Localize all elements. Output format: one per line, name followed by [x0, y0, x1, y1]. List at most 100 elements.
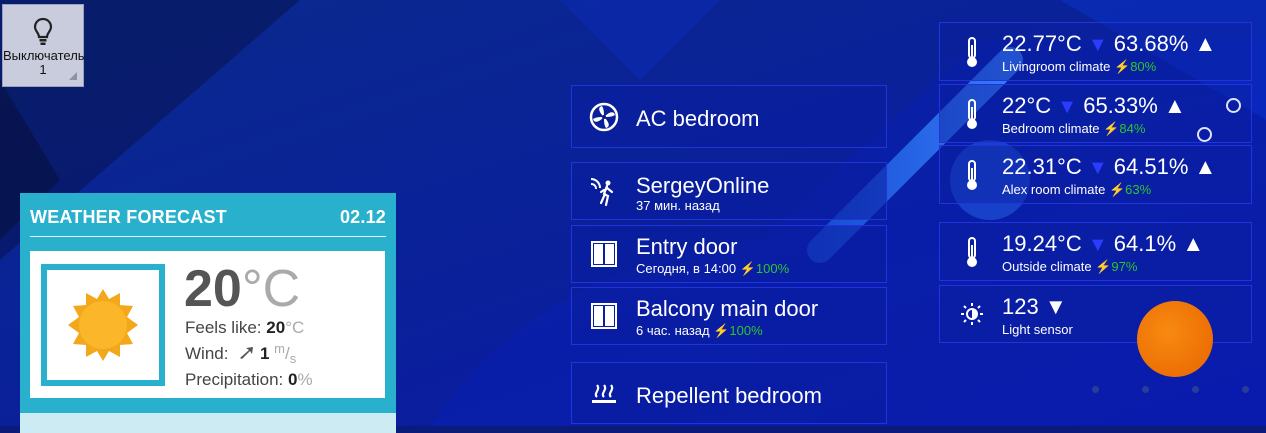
- door-icon: [591, 303, 617, 329]
- climate-label: Outside climate ⚡97%: [1002, 259, 1137, 275]
- switch-tile[interactable]: Выключатель 1: [2, 4, 85, 87]
- device-name: Entry door: [636, 234, 738, 259]
- device-name: SergeyOnline: [636, 173, 770, 198]
- device-status: Сегодня, в 14:00 ⚡100%: [636, 261, 789, 277]
- weather-details: Feels like: 20°C Wind: 1 m/s Precipitati…: [185, 317, 313, 390]
- climate-label: Bedroom climate ⚡84%: [1002, 121, 1145, 137]
- precipitation-row: Precipitation: 0%: [185, 369, 313, 390]
- device-name: Repellent bedroom: [636, 383, 822, 408]
- device-name: AC bedroom: [636, 106, 760, 131]
- battery-indicator: ⚡80%: [1114, 59, 1157, 74]
- brightness-icon: [961, 303, 983, 325]
- battery-level: 97%: [1111, 259, 1138, 274]
- battery-level: 63%: [1125, 182, 1152, 197]
- trend-down-icon: ▼: [1087, 34, 1108, 56]
- device-repellent-bedroom[interactable]: Repellent bedroom: [571, 362, 887, 424]
- climate-name: Outside climate: [1002, 259, 1092, 274]
- battery-indicator: ⚡100%: [713, 323, 763, 338]
- device-status: 6 час. назад ⚡100%: [636, 323, 763, 339]
- climate-name: Alex room climate: [1002, 182, 1106, 197]
- weather-body: 20°C Feels like: 20°C Wind: 1 m/s Precip…: [30, 251, 385, 398]
- weather-title: WEATHER FORECAST: [30, 207, 227, 227]
- door-icon: [591, 241, 617, 267]
- climate-values: 19.24°C ▼ 64.1% ▲: [1002, 231, 1204, 258]
- battery-level: 84%: [1119, 121, 1146, 136]
- temperature-value: 19.24°C: [1002, 231, 1082, 256]
- device-balcony-door[interactable]: Balcony main door 6 час. назад ⚡100%: [571, 287, 887, 345]
- humidity-value: 64.51%: [1113, 154, 1189, 179]
- temp-value: 20: [184, 260, 242, 318]
- decor-dot: [1142, 386, 1149, 393]
- light-value: 123: [1002, 294, 1039, 319]
- temperature-value: 22.77°C: [1002, 31, 1082, 56]
- motion-sensor-icon: [590, 178, 614, 207]
- climate-name: Bedroom climate: [1002, 121, 1100, 136]
- wind-unit-top: m: [274, 341, 285, 356]
- feels-like-row: Feels like: 20°C: [185, 317, 313, 338]
- lightbulb-icon: [33, 17, 53, 45]
- climate-name: Livingroom climate: [1002, 59, 1111, 74]
- weather-date: 02.12: [339, 207, 386, 227]
- trend-up-icon: ▲: [1194, 31, 1217, 56]
- battery-level: 100%: [729, 323, 763, 338]
- climate-livingroom[interactable]: 22.77°C ▼ 63.68% ▲ Livingroom climate ⚡8…: [939, 22, 1252, 81]
- battery-indicator: ⚡100%: [739, 261, 790, 276]
- trend-up-icon: ▲: [1194, 154, 1217, 179]
- decor-ring: [1226, 98, 1241, 113]
- climate-label: Alex room climate ⚡63%: [1002, 182, 1151, 198]
- climate-values: 22°C ▼ 65.33% ▲: [1002, 93, 1186, 120]
- device-ac-bedroom[interactable]: AC bedroom: [571, 85, 887, 148]
- device-last-seen: 6 час. назад: [636, 323, 710, 338]
- wind-row: Wind: 1 m/s: [185, 341, 297, 366]
- climate-outside[interactable]: 19.24°C ▼ 64.1% ▲ Outside climate ⚡97%: [939, 222, 1252, 281]
- temperature-value: 22.31°C: [1002, 154, 1082, 179]
- trend-up-icon: ▲: [1182, 231, 1205, 256]
- humidity-value: 63.68%: [1113, 31, 1189, 56]
- thermometer-icon: [967, 236, 977, 267]
- wind-value: 1: [259, 344, 270, 363]
- trend-down-icon: ▼: [1087, 157, 1108, 179]
- climate-values: 22.77°C ▼ 63.68% ▲: [1002, 31, 1216, 58]
- trend-down-icon: ▼: [1057, 96, 1078, 118]
- battery-indicator: ⚡63%: [1108, 182, 1152, 197]
- decor-dot: [1192, 386, 1199, 393]
- heating-icon: [592, 384, 616, 403]
- trend-down-icon: ▼: [1044, 294, 1067, 319]
- trend-up-icon: ▲: [1163, 93, 1186, 118]
- sun-icon: [68, 289, 138, 361]
- decor-ring: [1197, 127, 1212, 142]
- device-entry-door[interactable]: Entry door Сегодня, в 14:00 ⚡100%: [571, 225, 887, 283]
- decor-dot: [1242, 386, 1249, 393]
- feels-like-unit: °C: [285, 318, 305, 337]
- wind-direction-icon: [240, 347, 254, 359]
- battery-indicator: ⚡97%: [1095, 259, 1138, 274]
- climate-alex-room[interactable]: 22.31°C ▼ 64.51% ▲ Alex room climate ⚡63…: [939, 145, 1252, 204]
- thermometer-icon: [967, 159, 977, 190]
- humidity-value: 65.33%: [1083, 93, 1158, 118]
- resize-corner-icon: [69, 72, 77, 80]
- precipitation-label: Precipitation:: [185, 370, 284, 389]
- thermometer-icon: [967, 98, 977, 129]
- precipitation-unit: %: [297, 370, 313, 389]
- device-sergeyonline[interactable]: SergeyOnline 37 мин. назад: [571, 162, 887, 220]
- device-last-seen: Сегодня, в 14:00: [636, 261, 737, 276]
- battery-level: 80%: [1130, 59, 1157, 74]
- weather-icon-box: [41, 264, 165, 386]
- device-name: Balcony main door: [636, 296, 819, 321]
- weather-divider: [30, 236, 386, 237]
- trend-down-icon: ▼: [1087, 234, 1108, 256]
- humidity-value: 64.1%: [1113, 231, 1177, 256]
- temperature-value: 22°C: [1002, 93, 1052, 118]
- wind-label: Wind:: [185, 344, 229, 363]
- fan-icon: [589, 102, 619, 131]
- light-sensor-values: 123 ▼: [1002, 294, 1067, 320]
- thermometer-icon: [967, 36, 977, 67]
- weather-widget: WEATHER FORECAST 02.12 20°C Feels like: …: [20, 193, 396, 433]
- battery-level: 100%: [755, 261, 790, 276]
- feels-like-value: 20: [266, 318, 286, 337]
- device-status: 37 мин. назад: [636, 198, 720, 213]
- temp-unit: °C: [241, 260, 301, 318]
- weather-footer: [20, 413, 396, 433]
- climate-label: Livingroom climate ⚡80%: [1002, 59, 1156, 75]
- current-temperature: 20°C: [184, 261, 300, 317]
